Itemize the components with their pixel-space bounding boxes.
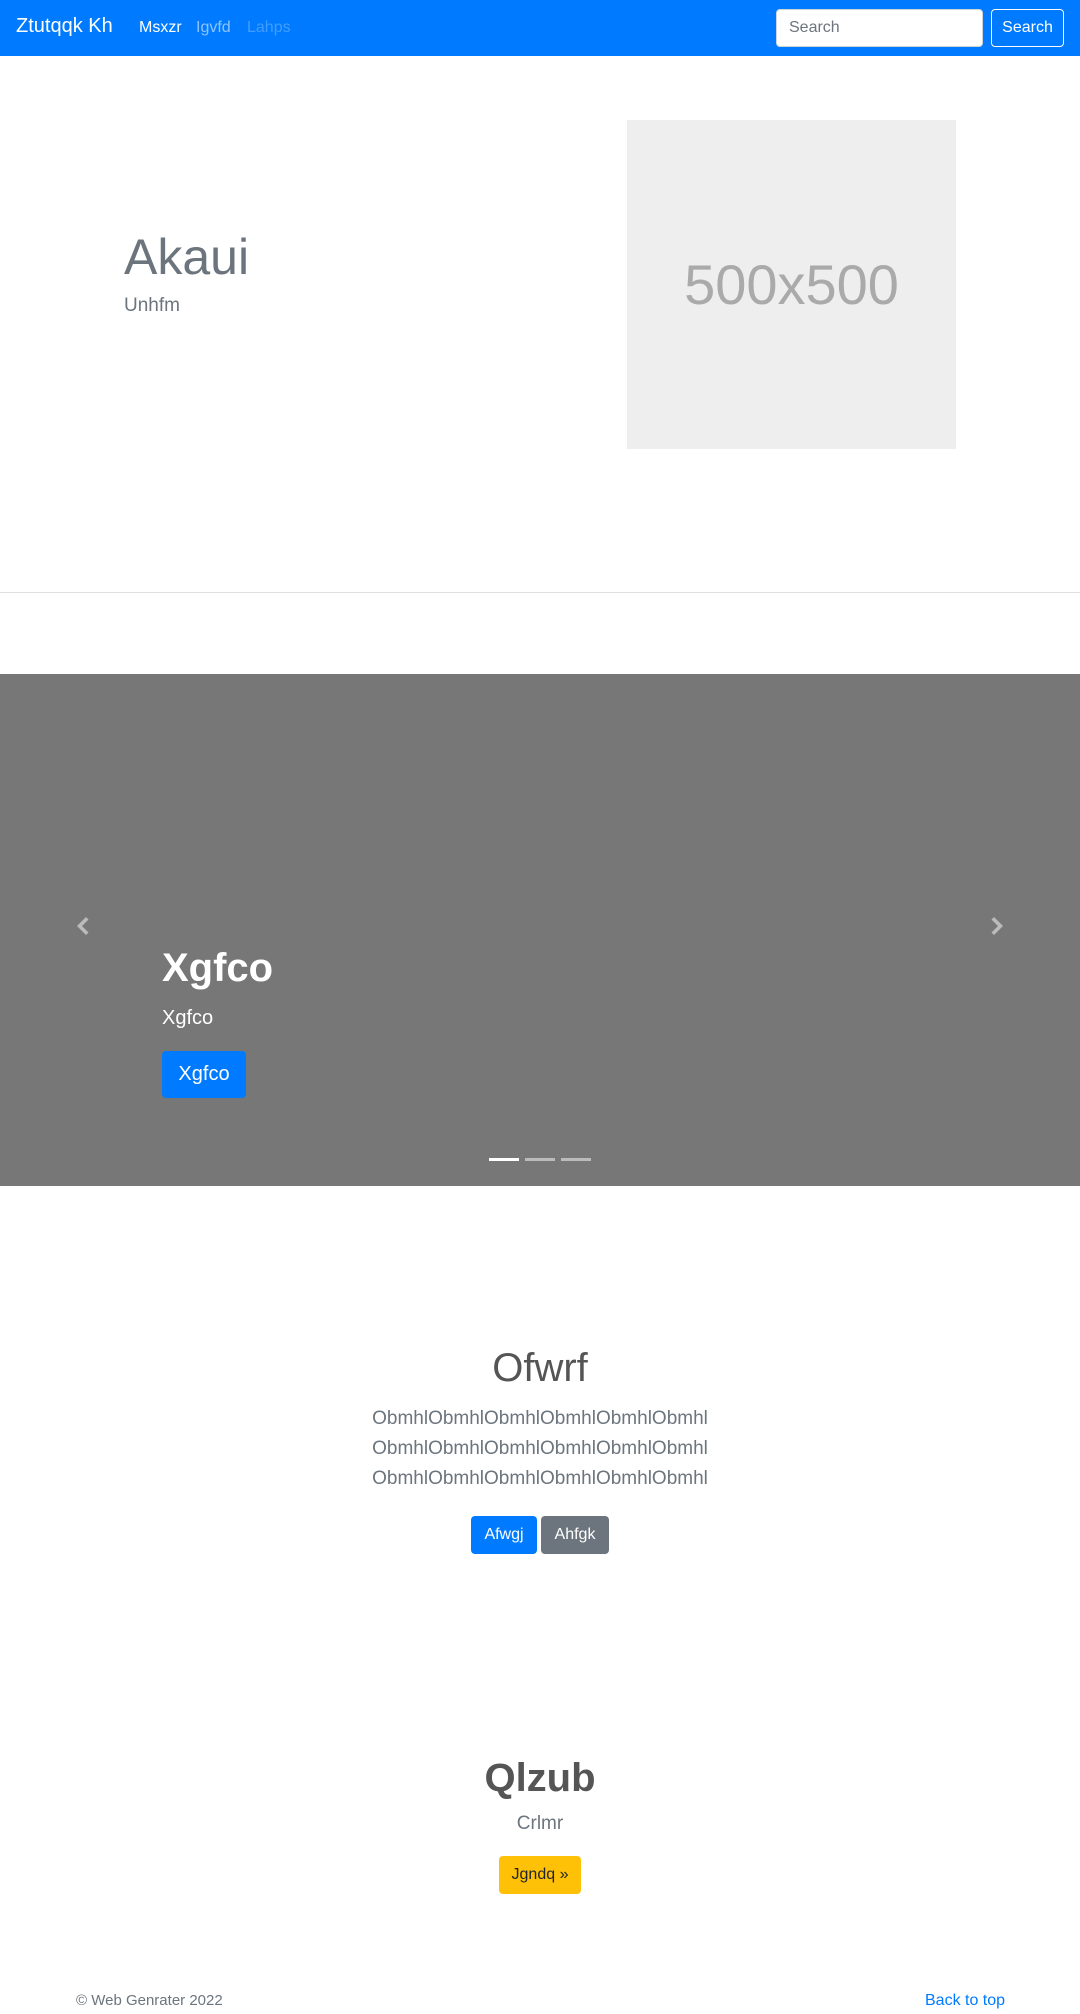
carousel-indicator[interactable] xyxy=(525,1158,555,1161)
image-size-label: 500x500 xyxy=(684,253,899,316)
nav-link-igvfd[interactable]: Igvfd xyxy=(196,19,231,37)
search-button[interactable]: Search xyxy=(991,9,1064,47)
secondary-button[interactable]: Ahfgk xyxy=(541,1516,609,1554)
section-text: ObmhlObmhlObmhlObmhlObmhlObmhl ObmhlObmh… xyxy=(0,1404,1080,1494)
nav-link-lahps: Lahps xyxy=(247,19,291,36)
carousel-next-icon[interactable] xyxy=(986,914,1010,938)
search-input[interactable] xyxy=(776,9,983,47)
primary-button[interactable]: Afwgj xyxy=(471,1516,537,1554)
feature-button[interactable]: Jgndq » xyxy=(499,1856,581,1894)
carousel-indicator[interactable] xyxy=(561,1158,591,1161)
hero-image-placeholder: 500x500 xyxy=(627,120,956,449)
navbar: Ztutqqk Kh Msxzr Igvfd Lahps Search xyxy=(0,0,1080,56)
carousel-subtitle: Xgfco xyxy=(162,1007,214,1029)
carousel-title: Xgfco xyxy=(162,946,274,990)
hero-title: Akaui xyxy=(124,229,250,285)
carousel-prev-icon[interactable] xyxy=(70,914,94,938)
feature-subtitle: Crlmr xyxy=(516,1813,564,1834)
carousel: Xgfco Xgfco Xgfco xyxy=(0,674,1080,1186)
back-to-top-link[interactable]: Back to top xyxy=(925,1992,1005,2010)
section-text-line: ObmhlObmhlObmhlObmhlObmhlObmhl xyxy=(372,1468,708,1489)
hero-subtitle: Unhfm xyxy=(124,295,180,316)
copyright-text: © Web Genrater 2022 xyxy=(76,1992,223,2009)
carousel-indicators xyxy=(0,1158,1080,1162)
carousel-button[interactable]: Xgfco xyxy=(162,1051,246,1098)
nav-link-msxzr[interactable]: Msxzr xyxy=(139,19,182,37)
brand-link[interactable]: Ztutqqk Kh xyxy=(16,15,113,38)
feature-title: Qlzub xyxy=(484,1756,596,1800)
section-divider xyxy=(0,592,1080,593)
section-text-line: ObmhlObmhlObmhlObmhlObmhlObmhl xyxy=(372,1408,708,1429)
carousel-indicator[interactable] xyxy=(489,1158,519,1161)
section-title: Ofwrf xyxy=(492,1346,588,1390)
section-text-line: ObmhlObmhlObmhlObmhlObmhlObmhl xyxy=(372,1438,708,1459)
